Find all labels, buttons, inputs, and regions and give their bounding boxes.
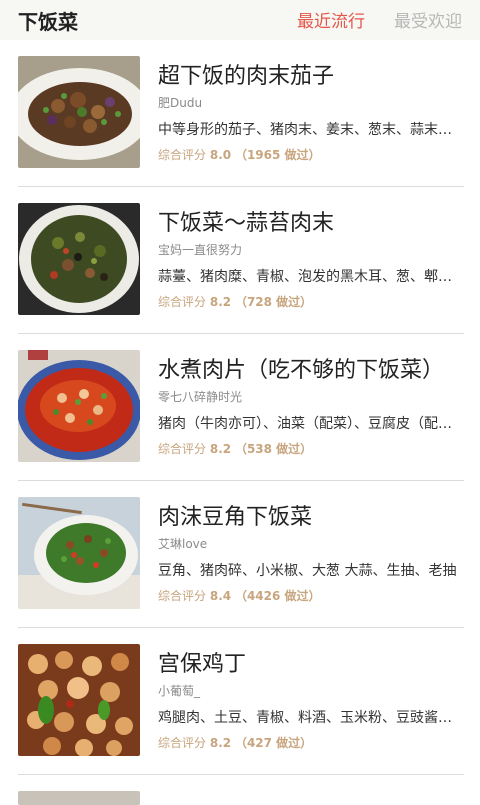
- made-count: （1965 做过）: [234, 148, 321, 162]
- recipe-list: 超下饭的肉末茄子 肥Dudu 中等身形的茄子、猪肉末、姜末、葱末、蒜末、豆瓣酱 …: [0, 40, 480, 805]
- recipe-item[interactable]: 水煮肉片（吃不够的下饭菜） 零七八碎静时光 猪肉（牛肉亦可）、油菜（配菜）、豆腐…: [0, 334, 480, 481]
- recipe-thumbnail[interactable]: [18, 56, 140, 168]
- recipe-author[interactable]: 艾琳love: [158, 535, 207, 552]
- recipe-rating: 综合评分 8.2 （427 做过）: [158, 734, 312, 751]
- recipe-author[interactable]: 宝妈一直很努力: [158, 241, 242, 258]
- recipe-title[interactable]: 超下饭的肉末茄子: [158, 58, 464, 90]
- recipe-rating: 综合评分 8.0 （1965 做过）: [158, 146, 321, 163]
- recipe-rating: 综合评分 8.2 （538 做过）: [158, 440, 312, 457]
- recipe-item[interactable]: 下饭菜～蒜苔肉末 宝妈一直很努力 蒜薹、猪肉糜、青椒、泡发的黑木耳、葱、郫县豆瓣…: [0, 187, 480, 334]
- recipe-author[interactable]: 零七八碎静时光: [158, 388, 242, 405]
- recipe-title[interactable]: 肉沫豆角下饭菜: [158, 499, 464, 531]
- made-count: （427 做过）: [234, 736, 313, 750]
- recipe-thumbnail[interactable]: [18, 791, 140, 805]
- app-header: 下饭菜 最近流行 最受欢迎: [0, 0, 480, 40]
- eggplant-dish-image: [18, 56, 140, 168]
- recipe-item-partial[interactable]: [0, 775, 480, 805]
- recipe-item[interactable]: 超下饭的肉末茄子 肥Dudu 中等身形的茄子、猪肉末、姜末、葱末、蒜末、豆瓣酱 …: [0, 40, 480, 187]
- recipe-thumbnail[interactable]: [18, 644, 140, 756]
- recipe-ingredients: 豆角、猪肉碎、小米椒、大葱 大蒜、生抽、老抽: [158, 563, 457, 579]
- recipe-item[interactable]: 肉沫豆角下饭菜 艾琳love 豆角、猪肉碎、小米椒、大葱 大蒜、生抽、老抽 综合…: [0, 481, 480, 628]
- recipe-ingredients: 鸡腿肉、土豆、青椒、料酒、玉米粉、豆豉酱、花生: [158, 710, 462, 726]
- recipe-title[interactable]: 下饭菜～蒜苔肉末: [158, 205, 464, 237]
- recipe-author[interactable]: 小葡萄_: [158, 682, 200, 699]
- rating-label: 综合评分: [158, 442, 207, 456]
- rating-score: 8.2: [209, 736, 232, 750]
- recipe-title[interactable]: 宫保鸡丁: [158, 646, 464, 678]
- rating-label: 综合评分: [158, 295, 207, 309]
- recipe-title[interactable]: 水煮肉片（吃不够的下饭菜）: [158, 352, 464, 384]
- made-count: （4426 做过）: [234, 589, 321, 603]
- rating-label: 综合评分: [158, 589, 207, 603]
- page-title: 下饭菜: [18, 10, 78, 34]
- made-count: （728 做过）: [234, 295, 313, 309]
- rating-score: 8.0: [209, 148, 232, 162]
- recipe-ingredients: 蒜薹、猪肉糜、青椒、泡发的黑木耳、葱、郫县豆瓣酱: [158, 269, 462, 285]
- recipe-ingredients: 猪肉（牛肉亦可）、油菜（配菜）、豆腐皮（配菜）: [158, 416, 462, 432]
- rating-label: 综合评分: [158, 148, 207, 162]
- recipe-author[interactable]: 肥Dudu: [158, 94, 202, 111]
- tab-recent-popular[interactable]: 最近流行: [297, 7, 365, 32]
- recipe-rating: 综合评分 8.4 （4426 做过）: [158, 587, 321, 604]
- made-count: （538 做过）: [234, 442, 313, 456]
- recipe-thumbnail[interactable]: [18, 497, 140, 609]
- garlic-stem-dish-image: [18, 203, 140, 315]
- kungpao-chicken-dish-image: [18, 644, 140, 756]
- rating-score: 8.2: [209, 442, 232, 456]
- rating-score: 8.4: [209, 589, 232, 603]
- green-bean-dish-image: [18, 497, 140, 609]
- recipe-ingredients: 中等身形的茄子、猪肉末、姜末、葱末、蒜末、豆瓣酱: [158, 122, 462, 138]
- recipe-item[interactable]: 宫保鸡丁 小葡萄_ 鸡腿肉、土豆、青椒、料酒、玉米粉、豆豉酱、花生 综合评分 8…: [0, 628, 480, 775]
- recipe-thumbnail[interactable]: [18, 203, 140, 315]
- recipe-thumbnail[interactable]: [18, 350, 140, 462]
- rating-label: 综合评分: [158, 736, 207, 750]
- boiled-pork-dish-image: [18, 350, 140, 462]
- tab-most-liked[interactable]: 最受欢迎: [394, 7, 462, 32]
- rating-score: 8.2: [209, 295, 232, 309]
- recipe-rating: 综合评分 8.2 （728 做过）: [158, 293, 312, 310]
